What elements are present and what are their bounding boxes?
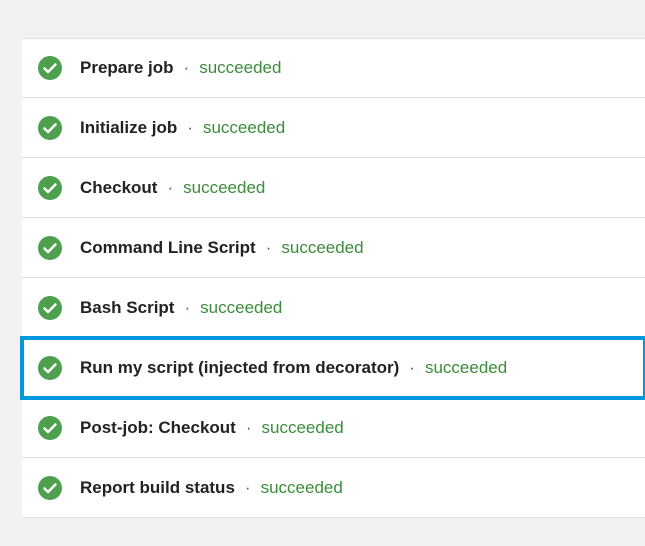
success-check-icon xyxy=(38,236,62,260)
status-text: succeeded xyxy=(200,298,282,318)
step-name: Checkout xyxy=(80,178,157,198)
pipeline-step-row[interactable]: Run my script (injected from decorator) … xyxy=(22,338,645,398)
status-text: succeeded xyxy=(203,118,285,138)
success-check-icon xyxy=(38,176,62,200)
step-name: Initialize job xyxy=(80,118,177,138)
separator: · xyxy=(184,298,190,318)
step-name: Post-job: Checkout xyxy=(80,418,236,438)
separator: · xyxy=(246,418,252,438)
step-name: Command Line Script xyxy=(80,238,256,258)
separator: · xyxy=(266,238,272,258)
step-name: Run my script (injected from decorator) xyxy=(80,358,399,378)
status-text: succeeded xyxy=(183,178,265,198)
pipeline-step-list: Prepare job · succeeded Initialize job ·… xyxy=(22,38,645,518)
success-check-icon xyxy=(38,116,62,140)
success-check-icon xyxy=(38,296,62,320)
pipeline-step-row[interactable]: Prepare job · succeeded xyxy=(22,38,645,98)
separator: · xyxy=(184,58,190,78)
step-name: Prepare job xyxy=(80,58,174,78)
success-check-icon xyxy=(38,416,62,440)
status-text: succeeded xyxy=(425,358,507,378)
success-check-icon xyxy=(38,56,62,80)
step-name: Bash Script xyxy=(80,298,174,318)
pipeline-step-row[interactable]: Command Line Script · succeeded xyxy=(22,218,645,278)
success-check-icon xyxy=(38,356,62,380)
step-name: Report build status xyxy=(80,478,235,498)
pipeline-step-row[interactable]: Initialize job · succeeded xyxy=(22,98,645,158)
status-text: succeeded xyxy=(262,418,344,438)
status-text: succeeded xyxy=(281,238,363,258)
status-text: succeeded xyxy=(261,478,343,498)
pipeline-step-row[interactable]: Post-job: Checkout · succeeded xyxy=(22,398,645,458)
pipeline-step-row[interactable]: Report build status · succeeded xyxy=(22,458,645,518)
separator: · xyxy=(245,478,251,498)
success-check-icon xyxy=(38,476,62,500)
status-text: succeeded xyxy=(199,58,281,78)
separator: · xyxy=(167,178,173,198)
separator: · xyxy=(187,118,193,138)
separator: · xyxy=(409,358,415,378)
pipeline-step-row[interactable]: Checkout · succeeded xyxy=(22,158,645,218)
pipeline-step-row[interactable]: Bash Script · succeeded xyxy=(22,278,645,338)
